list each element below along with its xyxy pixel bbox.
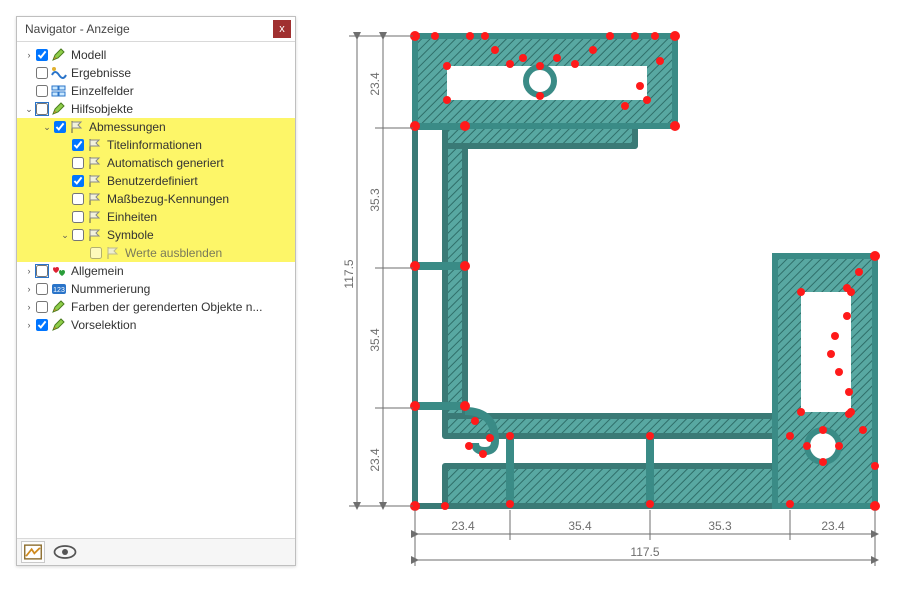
chevron-right-icon[interactable]: › — [23, 301, 35, 313]
footer-tab-eye[interactable] — [51, 542, 79, 562]
flag-icon — [87, 209, 103, 225]
tree-row[interactable]: Titelinformationen — [17, 136, 295, 154]
visibility-checkbox[interactable] — [36, 85, 48, 97]
flag-icon — [87, 227, 103, 243]
tree-item-label: Farben der gerenderten Objekte n... — [71, 300, 262, 314]
flag-icon — [69, 119, 85, 135]
tree-row[interactable]: › Allgemein — [17, 262, 295, 280]
tree-view[interactable]: › Modell Ergebnisse Einzelfelder ⌄ Hilfsobjek… — [17, 42, 295, 538]
hearts-icon — [51, 263, 67, 279]
visibility-checkbox[interactable] — [36, 103, 48, 115]
panel-footer — [17, 538, 295, 565]
tree-item-label: Einzelfelder — [71, 84, 134, 98]
dim-v-4: 23.4 — [368, 448, 382, 472]
dim-v-1: 23.4 — [368, 72, 382, 96]
tree-row[interactable]: Einzelfelder — [17, 82, 295, 100]
panel-graphic-icon — [22, 541, 44, 563]
flag-icon — [87, 173, 103, 189]
tree-row[interactable]: ⌄ Symbole — [17, 226, 295, 244]
visibility-checkbox[interactable] — [36, 265, 48, 277]
visibility-checkbox[interactable] — [36, 319, 48, 331]
tree-item-label: Hilfsobjekte — [71, 102, 133, 116]
tree-row[interactable]: › Vorselektion — [17, 316, 295, 334]
dim-v-3: 35.4 — [368, 328, 382, 352]
eye-icon — [51, 538, 79, 566]
visibility-checkbox[interactable] — [72, 211, 84, 223]
tree-row[interactable]: Automatisch generiert — [17, 154, 295, 172]
close-icon: x — [279, 23, 285, 35]
tree-row[interactable]: Ergebnisse — [17, 64, 295, 82]
tree-row[interactable]: › 123 Nummerierung — [17, 280, 295, 298]
tree-row[interactable]: ⌄ Hilfsobjekte — [17, 100, 295, 118]
tree-row[interactable]: ⌄ Abmessungen — [17, 118, 295, 136]
fields-icon — [51, 83, 67, 99]
horizontal-dimensions: 23.4 35.4 35.3 23.4 117.5 — [415, 510, 875, 566]
visibility-checkbox[interactable] — [72, 175, 84, 187]
close-button[interactable]: x — [273, 20, 291, 38]
visibility-checkbox[interactable] — [90, 247, 102, 259]
wave-icon — [51, 65, 67, 81]
visibility-checkbox[interactable] — [72, 157, 84, 169]
flag-icon — [87, 191, 103, 207]
chevron-right-icon[interactable]: › — [23, 283, 35, 295]
chevron-down-icon[interactable]: ⌄ — [23, 103, 35, 115]
visibility-checkbox[interactable] — [72, 193, 84, 205]
dim-h-total: 117.5 — [630, 545, 659, 559]
visibility-checkbox[interactable] — [36, 49, 48, 61]
chevron-down-icon[interactable]: ⌄ — [59, 229, 71, 241]
drawing-viewport[interactable]: 23.4 35.3 35.4 23.4 117.5 23.4 35.4 35.3… — [335, 6, 895, 576]
tree-item-label: Allgemein — [71, 264, 124, 278]
tree-item-label: Nummerierung — [71, 282, 150, 296]
tree-item-label: Werte ausblenden — [125, 246, 222, 260]
tree-item-label: Abmessungen — [89, 120, 166, 134]
tree-item-label: Benutzerdefiniert — [107, 174, 198, 188]
tree-row[interactable]: › Farben der gerenderten Objekte n... — [17, 298, 295, 316]
tree-row[interactable]: Maßbezug-Kennungen — [17, 190, 295, 208]
tree-item-label: Modell — [71, 48, 106, 62]
tree-item-label: Vorselektion — [71, 318, 136, 332]
pencil-icon — [51, 47, 67, 63]
dim-v-total: 117.5 — [342, 259, 356, 288]
tree-row[interactable]: Werte ausblenden — [17, 244, 295, 262]
vertical-dimensions: 23.4 35.3 35.4 23.4 117.5 — [342, 36, 413, 506]
pencil-icon — [51, 101, 67, 117]
dim-h-3: 35.3 — [708, 519, 732, 533]
pencil-icon — [51, 299, 67, 315]
navigator-panel: Navigator - Anzeige x › Modell Ergebnisse E… — [16, 16, 296, 566]
visibility-checkbox[interactable] — [72, 229, 84, 241]
flag-icon — [87, 155, 103, 171]
profile-geometry — [415, 36, 875, 506]
dim-h-4: 23.4 — [821, 519, 845, 533]
dim-v-2: 35.3 — [368, 188, 382, 212]
tree-item-label: Automatisch generiert — [107, 156, 224, 170]
pencil-icon — [51, 317, 67, 333]
tree-item-label: Symbole — [107, 228, 154, 242]
visibility-checkbox[interactable] — [36, 67, 48, 79]
num-icon: 123 — [51, 281, 67, 297]
dim-h-2: 35.4 — [568, 519, 592, 533]
tree-item-label: Einheiten — [107, 210, 157, 224]
chevron-right-icon[interactable]: › — [23, 49, 35, 61]
tree-item-label: Titelinformationen — [107, 138, 202, 152]
visibility-checkbox[interactable] — [36, 283, 48, 295]
svg-text:123: 123 — [53, 287, 65, 294]
tree-row[interactable]: Benutzerdefiniert — [17, 172, 295, 190]
tree-row[interactable]: › Modell — [17, 46, 295, 64]
dim-h-1: 23.4 — [451, 519, 475, 533]
chevron-down-icon[interactable]: ⌄ — [41, 121, 53, 133]
tree-item-label: Ergebnisse — [71, 66, 131, 80]
tree-row[interactable]: Einheiten — [17, 208, 295, 226]
panel-title: Navigator - Anzeige — [25, 22, 273, 36]
panel-header: Navigator - Anzeige x — [17, 17, 295, 42]
visibility-checkbox[interactable] — [54, 121, 66, 133]
visibility-checkbox[interactable] — [36, 301, 48, 313]
visibility-checkbox[interactable] — [72, 139, 84, 151]
flag-icon — [87, 137, 103, 153]
chevron-right-icon[interactable]: › — [23, 265, 35, 277]
flag-dim-icon — [105, 245, 121, 261]
tree-item-label: Maßbezug-Kennungen — [107, 192, 229, 206]
footer-button-graphic[interactable] — [21, 541, 45, 563]
chevron-right-icon[interactable]: › — [23, 319, 35, 331]
